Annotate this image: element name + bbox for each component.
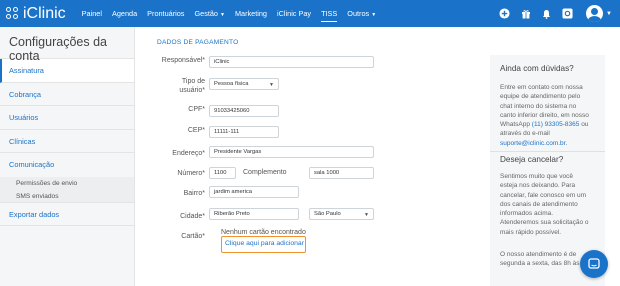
bell-icon[interactable] [540,7,553,20]
no-card-text: Nenhum cartão encontrado [221,229,306,236]
chevron-down-icon: ▼ [364,212,369,218]
cancel-title: Deseja cancelar? [500,155,564,164]
chevron-down-icon: ▼ [220,12,225,18]
nav-prontuarios[interactable]: Prontuários [147,9,184,18]
payment-form: DADOS DE PAGAMENTO Responsável* iClinic … [135,27,480,286]
label-cartao: Cartão* [181,233,205,240]
add-card-link[interactable]: Clique aqui para adicionar [221,236,306,253]
cpf-input[interactable]: 91033425060 [209,105,279,117]
gift-icon[interactable] [519,7,532,20]
label-tipo-2: usuário* [179,87,205,94]
label-bairro: Bairro* [183,190,205,197]
settings-sidebar: Configurações da conta Assinatura Cobran… [0,27,135,286]
help-title: Ainda com dúvidas? [500,64,574,73]
nav-tiss[interactable]: TISS [321,9,338,22]
chat-button[interactable] [580,250,608,278]
whatsapp-link[interactable]: (11) 93305-8365 [532,121,580,128]
nav-painel[interactable]: Painel [82,9,102,18]
chat-icon [588,258,600,269]
chevron-down-icon: ▼ [269,82,274,88]
label-responsavel: Responsável* [161,57,205,64]
add-icon[interactable] [498,7,511,20]
sidebar-item-usuarios[interactable]: Usuários [0,106,134,130]
sidebar-item-exportar[interactable]: Exportar dados [0,203,134,226]
sidebar-title: Configurações da conta [9,35,107,63]
sidebar-item-assinatura[interactable]: Assinatura [0,59,134,83]
tipo-usuario-value: Pessoa física [214,81,249,87]
divider [490,151,605,152]
top-navbar: iClinic Painel Agenda Prontuários Gestão… [0,0,620,27]
sidebar-subitem-sms[interactable]: SMS enviados [0,189,134,203]
nav-agenda[interactable]: Agenda [112,9,137,18]
sidebar-subitem-permissoes[interactable]: Permissões de envio [0,176,134,190]
estado-select[interactable]: São Paulo ▼ [309,208,374,220]
label-cep: CEP* [187,127,205,134]
sidebar-item-comunicacao[interactable]: Comunicação [0,153,134,177]
sidebar-item-clinicas[interactable]: Clínicas [0,130,134,153]
label-cpf: CPF* [188,106,205,113]
gear-icon[interactable] [561,7,574,20]
user-avatar[interactable] [586,5,604,22]
label-tipo-1: Tipo de [181,78,205,85]
bairro-input[interactable]: jardim america [209,186,299,198]
cancel-text: Sentimos muito que você esteja nos deixa… [500,173,589,236]
main-nav: Painel Agenda Prontuários Gestão ▼ Market… [82,9,386,22]
nav-marketing[interactable]: Marketing [235,9,267,18]
sidebar-item-cobranca[interactable]: Cobrança [0,83,134,106]
endereco-input[interactable]: Presidente Vargas [209,146,374,158]
nav-gestao[interactable]: Gestão ▼ [194,9,224,18]
brand-name: iClinic [23,4,66,22]
section-title: DADOS DE PAGAMENTO [157,39,239,46]
tipo-usuario-select[interactable]: Pessoa física ▼ [209,78,279,90]
sidebar-menu: Assinatura Cobrança Usuários Clínicas Co… [0,58,134,226]
label-cidade: Cidade* [180,213,205,220]
iclinic-logo[interactable]: iClinic [6,5,66,23]
nav-iclinic-pay[interactable]: iClinic Pay [277,9,311,18]
cidade-input[interactable]: Riberão Preto [209,208,299,220]
cep-input[interactable]: 11111-111 [209,126,279,138]
chevron-down-icon: ▼ [371,12,377,18]
label-endereco: Endereço* [172,150,205,157]
iclinic-logo-icon [6,6,20,21]
label-numero: Número* [177,170,205,177]
help-contact-text: Entre em contato com nossa equipe de ate… [500,84,589,147]
numero-input[interactable]: 1100 [209,167,236,179]
estado-value: São Paulo [314,211,341,217]
chevron-down-icon[interactable]: ▼ [606,11,612,17]
nav-outros[interactable]: Outros ▼ [347,9,376,18]
responsavel-input[interactable]: iClinic [209,56,374,68]
label-complemento: Complemento [243,169,287,176]
top-icons: ▼ [490,0,612,27]
support-email-link[interactable]: suporte@iclinic.com.br [500,140,565,147]
complemento-input[interactable]: sala 1000 [309,167,374,179]
